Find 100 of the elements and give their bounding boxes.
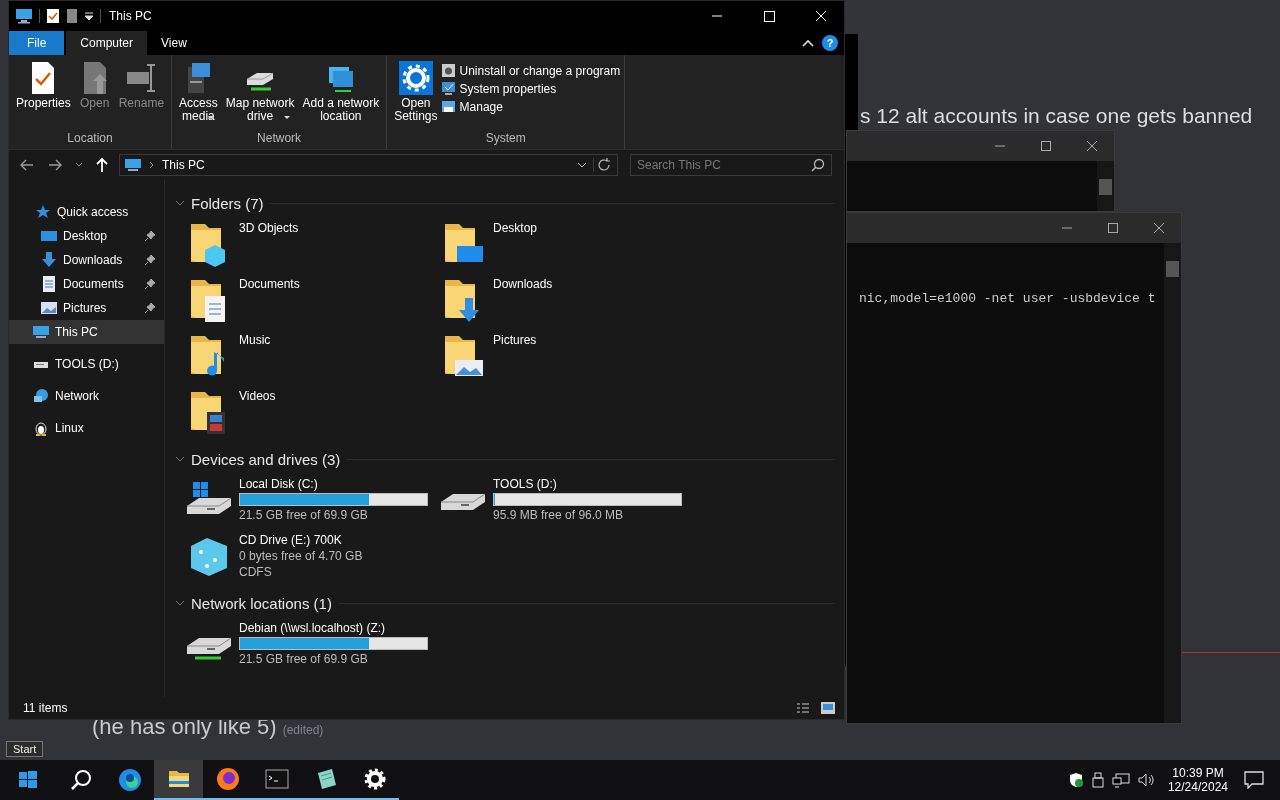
ribbon-tab[interactable]: View <box>147 31 201 55</box>
manage-icon <box>440 99 456 114</box>
maximize-icon[interactable] <box>1107 222 1119 234</box>
help-button[interactable]: ? <box>822 35 838 51</box>
file-item[interactable]: Desktop <box>439 220 693 276</box>
group-label: System <box>484 131 527 147</box>
item-detail: CDFS <box>239 565 273 579</box>
nav-item[interactable]: Documents <box>9 272 164 296</box>
computer-icon <box>15 8 33 24</box>
terminal-icon <box>264 767 289 791</box>
notification-icon[interactable] <box>1244 771 1264 789</box>
item-name: Music <box>239 333 271 347</box>
section-header[interactable]: Network locations (1) <box>191 594 332 612</box>
ribbon-button[interactable]: Add a network location <box>299 59 383 131</box>
item-name: 3D Objects <box>239 221 299 235</box>
item-detail: 21.5 GB free of 69.9 GB <box>239 652 369 666</box>
ribbon-button[interactable]: System properties <box>440 81 621 96</box>
file-item[interactable]: Debian (\\wsl.localhost) (Z:) 21.5 GB free of 69.9 GB <box>185 620 439 676</box>
pin-icon[interactable] <box>144 302 156 314</box>
file-item[interactable]: Documents <box>185 276 439 332</box>
dropdown-icon[interactable] <box>577 161 587 169</box>
search-field[interactable]: Search This PC <box>630 154 832 176</box>
ribbon-button[interactable]: Open Settings <box>391 59 441 131</box>
drive-icon <box>185 636 233 662</box>
browser-icon <box>215 767 240 791</box>
file-item[interactable]: TOOLS (D:) 95.9 MB free of 96.0 MB <box>439 476 693 532</box>
ribbon-button[interactable]: Properties <box>13 59 74 131</box>
nav-item[interactable]: Desktop <box>9 224 164 248</box>
chevron-icon <box>148 160 156 170</box>
file-item[interactable]: CD Drive (E:) 700K 0 bytes free of 4.70 GB CDFS <box>185 532 439 588</box>
item-name: CD Drive (E:) 700K <box>239 533 343 547</box>
document-icon[interactable] <box>66 8 78 24</box>
program-icon <box>440 63 456 78</box>
file-item[interactable]: Pictures <box>439 332 693 388</box>
rename-icon <box>125 61 158 95</box>
file-item[interactable]: 3D Objects <box>185 220 439 276</box>
item-detail: 21.5 GB free of 69.9 GB <box>239 508 369 522</box>
nav-item[interactable]: Linux <box>9 416 164 440</box>
nav-item[interactable]: Downloads <box>9 248 164 272</box>
back-icon[interactable] <box>19 157 35 173</box>
file-item[interactable]: Videos <box>185 388 439 444</box>
forward-icon[interactable] <box>47 157 63 173</box>
group-label: Network <box>256 131 303 147</box>
ribbon-button[interactable]: Manage <box>440 99 621 114</box>
shield-icon[interactable] <box>1067 772 1084 788</box>
network-icon[interactable] <box>1111 772 1130 788</box>
nav-item[interactable]: Quick access <box>9 200 164 224</box>
computer-icon <box>33 324 49 340</box>
pin-icon[interactable] <box>144 254 156 266</box>
file-item[interactable]: Local Disk (C:) 21.5 GB free of 69.9 GB <box>185 476 439 532</box>
item-detail: 0 bytes free of 4.70 GB <box>239 549 363 563</box>
up-icon[interactable] <box>95 157 109 173</box>
settings-icon <box>398 61 433 95</box>
system-icon <box>440 81 456 96</box>
close-icon[interactable] <box>1086 140 1098 152</box>
pin-icon[interactable] <box>144 230 156 242</box>
file-item[interactable]: Downloads <box>439 276 693 332</box>
file-item[interactable]: Music <box>185 332 439 388</box>
pin-icon[interactable] <box>144 278 156 290</box>
ribbon-button[interactable]: Uninstall or change a program <box>440 63 621 78</box>
window-title: This PC <box>109 9 152 23</box>
recent-dropdown-icon[interactable] <box>75 161 83 169</box>
refresh-icon[interactable] <box>593 158 613 172</box>
penguin-icon <box>33 420 49 436</box>
edited-label: (edited) <box>282 723 324 737</box>
section-header[interactable]: Devices and drives (3) <box>191 450 341 468</box>
search-icon[interactable] <box>811 158 825 172</box>
nav-item[interactable]: Network <box>9 384 164 408</box>
properties-icon[interactable] <box>46 8 60 24</box>
download-icon <box>41 252 57 268</box>
usb-icon[interactable] <box>1091 772 1104 788</box>
desktop-icon <box>41 228 57 244</box>
ribbon-tab[interactable]: Computer <box>66 31 148 55</box>
scrollbar[interactable] <box>1097 161 1114 211</box>
details-view-icon[interactable] <box>796 702 810 714</box>
section-header[interactable]: Folders (7) <box>191 194 264 212</box>
nav-item[interactable]: This PC <box>9 320 164 344</box>
nav-item[interactable]: TOOLS (D:) <box>9 352 164 376</box>
ribbon-button[interactable]: Access media <box>176 59 221 131</box>
dropdown-icon[interactable] <box>84 10 94 22</box>
browser-icon <box>117 768 142 792</box>
clock[interactable]: 10:39 PM 12/24/2024 <box>1167 766 1228 794</box>
computer-icon <box>124 158 142 172</box>
item-detail: 95.9 MB free of 96.0 MB <box>493 508 625 522</box>
item-name: Debian (\\wsl.localhost) (Z:) <box>239 621 387 635</box>
item-name: Downloads <box>493 277 553 291</box>
item-name: Pictures <box>493 333 537 347</box>
group-label: Location <box>66 131 114 147</box>
ribbon-button[interactable]: Map network drive <box>222 59 298 131</box>
maximize-icon[interactable] <box>1040 140 1052 152</box>
volume-icon[interactable] <box>1137 772 1156 788</box>
chat-message: s 12 alt accounts in case one gets banned <box>860 104 1253 128</box>
close-icon[interactable] <box>1153 222 1165 234</box>
taskbar-button[interactable] <box>154 760 203 800</box>
address-bar[interactable]: This PC <box>119 154 618 176</box>
ribbon-tab[interactable]: File <box>9 31 65 55</box>
nav-item[interactable]: Pictures <box>9 296 164 320</box>
scrollbar[interactable] <box>1164 243 1181 723</box>
large-icons-view-icon[interactable] <box>820 701 836 715</box>
document-icon <box>41 276 57 292</box>
